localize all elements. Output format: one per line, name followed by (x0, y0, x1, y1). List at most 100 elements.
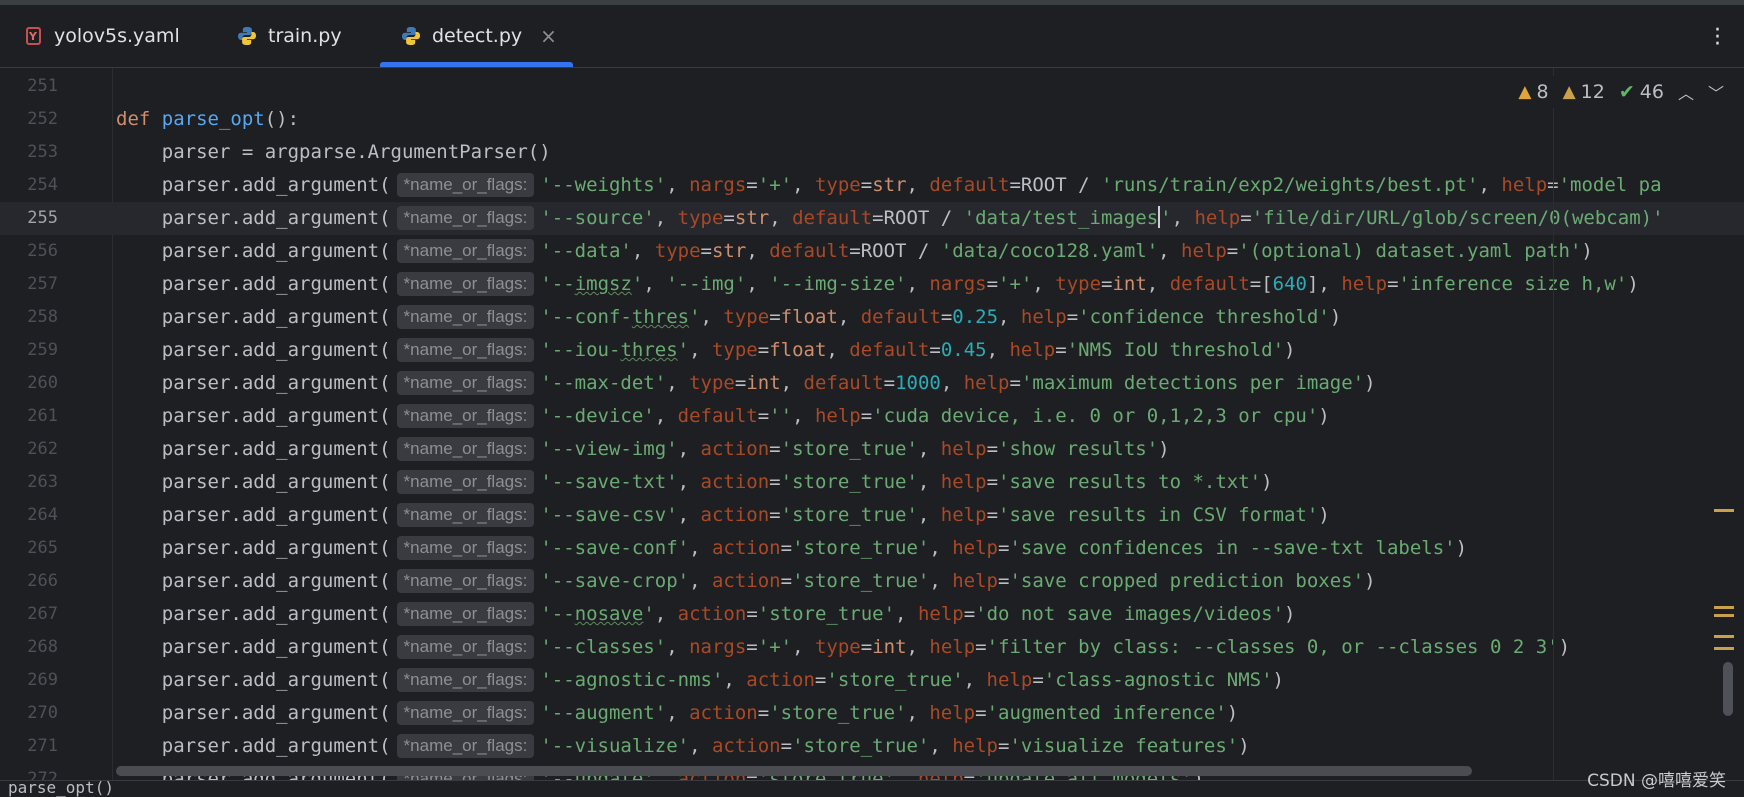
line-code: parser.add_argument(*name_or_flags: '--so… (116, 206, 1664, 230)
parameter-hint: *name_or_flags: (396, 437, 535, 461)
line-code: parser.add_argument(*name_or_flags: '--sa… (116, 470, 1273, 494)
yaml-file-icon: Y (22, 25, 44, 47)
code-line[interactable]: 254 parser.add_argument(*name_or_flags: '… (0, 169, 1744, 202)
builtin-type: int (872, 636, 907, 658)
keyword-argument: action (700, 438, 770, 460)
line-code: parser = argparse.ArgumentParser() (116, 141, 551, 163)
number-literal: 0.45 (940, 339, 987, 361)
keyword-argument: help (940, 504, 987, 526)
code-line[interactable]: 260 parser.add_argument(*name_or_flags: '… (0, 367, 1744, 400)
warning-icon: ▲ (1518, 82, 1532, 102)
keyword-argument: help (929, 636, 976, 658)
horizontal-scrollbar-thumb[interactable] (116, 766, 1472, 776)
line-number: 264 (27, 505, 58, 525)
string-literal: 'runs/train/exp2/weights/best.pt' (1101, 174, 1479, 196)
code-editor[interactable]: 251 252 def parse_opt(): 253 parser = argpa… (0, 68, 1744, 780)
string-literal: '--view-img' (540, 438, 678, 460)
line-number: 257 (27, 274, 58, 294)
keyword-argument: action (711, 735, 781, 757)
watermark: CSDN @嘻嘻爱笑 (1587, 771, 1726, 791)
breadcrumb-bar: parse_opt() (0, 780, 1744, 797)
keyword-argument: default (677, 405, 758, 427)
previous-highlight-icon[interactable]: ︿ (1678, 80, 1694, 104)
line-number: 252 (27, 109, 58, 129)
typo-highlight: thres (631, 306, 690, 328)
code-line[interactable]: 268 parser.add_argument(*name_or_flags: '… (0, 631, 1744, 664)
warnings-count[interactable]: ▲ 8 (1518, 81, 1548, 103)
number-literal: 0.25 (952, 306, 999, 328)
string-literal: '--classes' (540, 636, 667, 658)
parameter-hint: *name_or_flags: (396, 305, 535, 329)
python-file-icon (400, 25, 422, 47)
keyword-argument: help (940, 471, 987, 493)
string-literal: '--source' (540, 207, 655, 229)
string-literal: '--visualize' (540, 735, 690, 757)
line-number: 255 (27, 208, 58, 228)
scrollbar-marker[interactable] (1714, 647, 1734, 650)
line-number: 261 (27, 406, 58, 426)
code-line[interactable]: 264 parser.add_argument(*name_or_flags: '… (0, 499, 1744, 532)
keyword: def (116, 108, 151, 130)
line-number: 256 (27, 241, 58, 261)
string-literal: '(optional) dataset.yaml path' (1238, 240, 1582, 262)
code-line[interactable]: 271 parser.add_argument(*name_or_flags: '… (0, 730, 1744, 763)
tab-label: train.py (268, 25, 342, 47)
code-line[interactable]: 265 parser.add_argument(*name_or_flags: '… (0, 532, 1744, 565)
inspection-widget[interactable]: ▲ 8 ▲ 12 ✔ 46 ︿ ﹀ (1508, 76, 1728, 108)
code-line[interactable]: 263 parser.add_argument(*name_or_flags: '… (0, 466, 1744, 499)
weak-warnings-count[interactable]: ▲ 12 (1563, 81, 1605, 103)
keyword-argument: help (814, 405, 861, 427)
code-line[interactable]: 251 (0, 70, 1744, 103)
keyword-argument: nargs (929, 273, 987, 295)
code-line[interactable]: 261 parser.add_argument(*name_or_flags: '… (0, 400, 1744, 433)
tab-train-py[interactable]: train.py (236, 5, 342, 67)
parameter-hint: *name_or_flags: (396, 371, 535, 395)
parameter-hint: *name_or_flags: (396, 206, 535, 230)
builtin-type: float (780, 306, 838, 328)
vertical-scrollbar-thumb[interactable] (1723, 662, 1733, 716)
code-line[interactable]: 253 parser = argparse.ArgumentParser() (0, 136, 1744, 169)
more-options-icon[interactable]: · · · (1714, 20, 1721, 56)
code-line[interactable]: 266 parser.add_argument(*name_or_flags: '… (0, 565, 1744, 598)
line-number: 265 (27, 538, 58, 558)
string-literal: '--img' (666, 273, 747, 295)
tab-detect-py[interactable]: detect.py × (380, 5, 573, 67)
scrollbar-marker[interactable] (1714, 606, 1734, 609)
typo-count[interactable]: ✔ 46 (1619, 81, 1664, 103)
code-line[interactable]: 256 parser.add_argument(*name_or_flags: '… (0, 235, 1744, 268)
code-line[interactable]: 255 parser.add_argument(*name_or_flags: '… (0, 202, 1744, 235)
keyword-argument: type (677, 207, 724, 229)
code-line[interactable]: 259 parser.add_argument(*name_or_flags: '… (0, 334, 1744, 367)
string-literal: '--save-crop' (540, 570, 690, 592)
parameter-hint: *name_or_flags: (396, 503, 535, 527)
code-line[interactable]: 267 parser.add_argument(*name_or_flags: '… (0, 598, 1744, 631)
builtin-type: float (769, 339, 827, 361)
weak-warning-icon: ▲ (1562, 82, 1576, 102)
code-line[interactable]: 257 parser.add_argument(*name_or_flags: '… (0, 268, 1744, 301)
string-literal: 'save results in CSV format' (998, 504, 1319, 526)
close-tab-icon[interactable]: × (540, 24, 557, 48)
keyword-argument: default (803, 372, 884, 394)
breadcrumb[interactable]: parse_opt() (8, 781, 114, 797)
code-line[interactable]: 269 parser.add_argument(*name_or_flags: '… (0, 664, 1744, 697)
tab-yolov5s-yaml[interactable]: Y yolov5s.yaml (22, 5, 180, 67)
line-code: parser.add_argument(*name_or_flags: '--ag… (116, 668, 1284, 692)
string-literal: 'NMS IoU threshold' (1066, 339, 1285, 361)
code-line[interactable]: 252 def parse_opt(): (0, 103, 1744, 136)
code-line[interactable]: 262 parser.add_argument(*name_or_flags: '… (0, 433, 1744, 466)
string-literal: '-- (540, 273, 575, 295)
code-line[interactable]: 270 parser.add_argument(*name_or_flags: '… (0, 697, 1744, 730)
parameter-hint: *name_or_flags: (396, 668, 535, 692)
scrollbar-marker[interactable] (1714, 635, 1734, 638)
scrollbar-marker[interactable] (1714, 509, 1734, 512)
typo-highlight: imgsz (574, 273, 632, 295)
typo-highlight: nosave (574, 603, 644, 625)
string-literal: ' (643, 603, 655, 625)
next-highlight-icon[interactable]: ﹀ (1708, 80, 1724, 104)
parameter-hint: *name_or_flags: (396, 734, 535, 758)
parameter-hint: *name_or_flags: (396, 173, 535, 197)
tab-label: yolov5s.yaml (54, 25, 180, 47)
string-literal: '--img-size' (769, 273, 907, 295)
code-line[interactable]: 258 parser.add_argument(*name_or_flags: '… (0, 301, 1744, 334)
scrollbar-marker[interactable] (1714, 614, 1734, 617)
